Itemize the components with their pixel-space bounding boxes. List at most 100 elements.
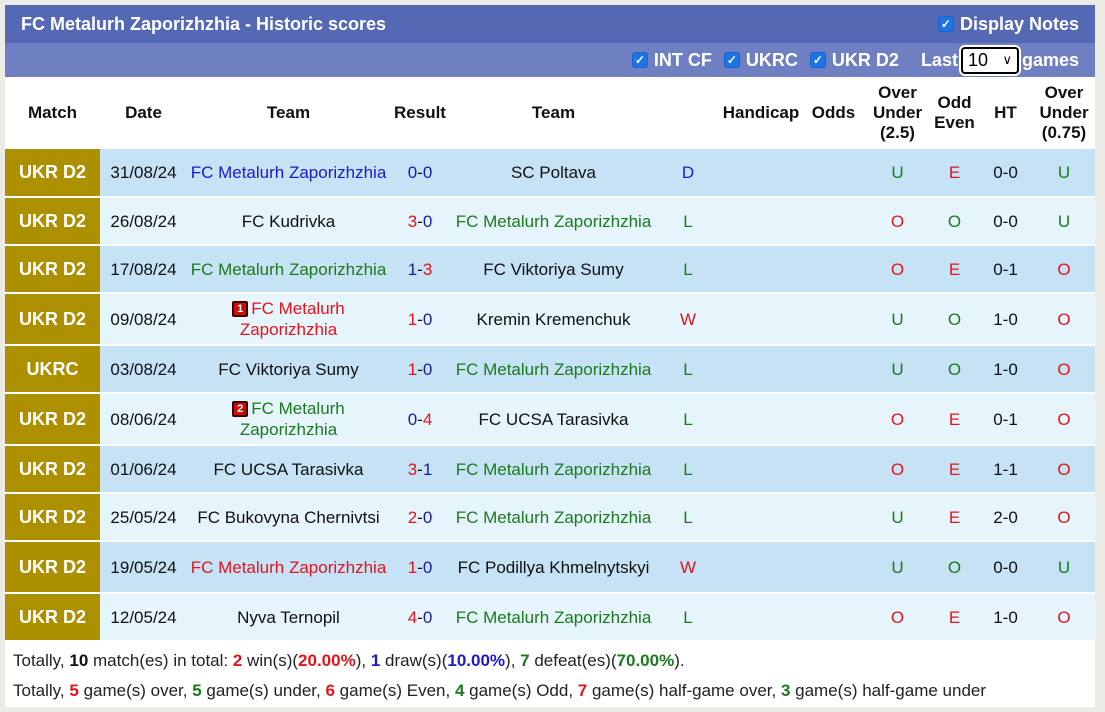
col-team-home: Team — [266, 103, 311, 122]
summary-stat: 2 — [232, 651, 243, 670]
half-time-score: 0-1 — [978, 245, 1033, 294]
result-cell[interactable]: 1-0 — [390, 293, 450, 346]
away-team-cell: FC Metalurh Zaporizhzhia — [450, 445, 657, 494]
filter-int-cf[interactable]: ✓ INT CF — [631, 50, 712, 71]
league-badge[interactable]: UKR D2 — [5, 445, 100, 494]
table-row[interactable]: UKR D2 26/08/24 FC Kudrivka 3-0 FC Metalurh … — [5, 197, 1095, 246]
home-team-link[interactable]: FC Bukovyna Chernivtsi — [197, 508, 379, 527]
score-away: 0 — [422, 607, 433, 627]
half-time-score: 1-0 — [978, 593, 1033, 642]
table-row[interactable]: UKR D2 09/08/24 1 FC Metalurh Zaporizhzhia 1… — [5, 293, 1095, 346]
away-team-link[interactable]: FC Metalurh Zaporizhzhia — [456, 212, 652, 231]
result-cell[interactable]: 1-0 — [390, 541, 450, 594]
handicap-value — [719, 293, 803, 346]
home-team-link[interactable]: FC Kudrivka — [242, 212, 336, 231]
handicap-value — [719, 493, 803, 542]
odd-even-value: E — [931, 393, 978, 446]
home-team-link[interactable]: Nyva Ternopil — [237, 608, 340, 627]
away-team-cell: FC Metalurh Zaporizhzhia — [450, 345, 657, 394]
over-under-075-value: O — [1033, 393, 1095, 446]
league-badge[interactable]: UKR D2 — [5, 197, 100, 246]
filter-ukr-d2-checkbox[interactable]: ✓ — [809, 52, 826, 68]
score-home: 0 — [407, 409, 418, 429]
historic-scores-panel: FC Metalurh Zaporizhzhia - Historic scor… — [5, 5, 1095, 707]
table-row[interactable]: UKR D2 31/08/24 FC Metalurh Zaporizhzhia 0-… — [5, 149, 1095, 198]
filter-ukr-d2[interactable]: ✓ UKR D2 — [809, 50, 899, 71]
page-title: FC Metalurh Zaporizhzhia - Historic scor… — [21, 13, 387, 34]
result-cell[interactable]: 1-0 — [390, 345, 450, 394]
away-team-link[interactable]: SC Poltava — [511, 163, 596, 182]
result-cell[interactable]: 0-0 — [390, 149, 450, 198]
away-team-link[interactable]: FC Metalurh Zaporizhzhia — [456, 608, 652, 627]
handicap-value — [719, 245, 803, 294]
home-team-link[interactable]: FC Metalurh Zaporizhzhia — [240, 399, 345, 439]
result-cell[interactable]: 2-0 — [390, 493, 450, 542]
display-notes-toggle[interactable]: ✓ Display Notes — [937, 14, 1079, 35]
league-badge[interactable]: UKR D2 — [5, 541, 100, 594]
table-row[interactable]: UKRC 03/08/24 FC Viktoriya Sumy 1-0 FC Metal… — [5, 345, 1095, 394]
ou-label-2: Under — [872, 103, 923, 122]
away-team-link[interactable]: FC Metalurh Zaporizhzhia — [456, 508, 652, 527]
home-team-link[interactable]: FC Metalurh Zaporizhzhia — [191, 260, 387, 279]
away-team-cell: FC Podillya Khmelnytskyi — [450, 541, 657, 594]
away-team-link[interactable]: Kremin Kremenchuk — [476, 310, 630, 329]
over-under-value: O — [864, 445, 931, 494]
result-cell[interactable]: 0-4 — [390, 393, 450, 446]
away-team-link[interactable]: FC UCSA Tarasivka — [479, 410, 629, 429]
scores-table: Match Date Team Result Team Handicap Odd… — [5, 77, 1095, 642]
table-row[interactable]: UKR D2 12/05/24 Nyva Ternopil 4-0 FC Metalur… — [5, 593, 1095, 642]
filter-ukrc[interactable]: ✓ UKRC — [723, 49, 798, 71]
home-team-link[interactable]: FC Metalurh Zaporizhzhia — [191, 558, 387, 577]
home-team-cell: FC Bukovyna Chernivtsi — [187, 493, 390, 542]
table-row[interactable]: UKR D2 08/06/24 2 FC Metalurh Zaporizhzhia 0… — [5, 393, 1095, 446]
league-badge[interactable]: UKR D2 — [5, 149, 100, 198]
table-row[interactable]: UKR D2 25/05/24 FC Bukovyna Chernivtsi 2-0 F… — [5, 493, 1095, 542]
filter-ukrc-label: UKRC — [745, 49, 798, 70]
handicap-value — [719, 393, 803, 446]
league-badge[interactable]: UKR D2 — [5, 493, 100, 542]
result-cell[interactable]: 4-0 — [390, 593, 450, 642]
col-match: Match — [27, 103, 78, 122]
display-notes-checkbox[interactable]: ✓ — [937, 16, 954, 32]
away-team-link[interactable]: FC Metalurh Zaporizhzhia — [456, 360, 652, 379]
score-home: 1 — [407, 259, 418, 279]
outcome-badge: L — [657, 593, 719, 642]
table-row[interactable]: UKR D2 19/05/24 FC Metalurh Zaporizhzhia 1-… — [5, 541, 1095, 594]
table-row[interactable]: UKR D2 01/06/24 FC UCSA Tarasivka 3-1 FC Met… — [5, 445, 1095, 494]
over-under-075-value: O — [1033, 445, 1095, 494]
over-under-075-value: O — [1033, 245, 1095, 294]
league-badge[interactable]: UKR D2 — [5, 293, 100, 346]
home-team-link[interactable]: FC UCSA Tarasivka — [214, 460, 364, 479]
half-time-score: 1-1 — [978, 445, 1033, 494]
score-away: 0 — [422, 557, 433, 577]
odds-value — [803, 293, 864, 346]
away-team-link[interactable]: FC Podillya Khmelnytskyi — [458, 558, 650, 577]
away-team-cell: FC Metalurh Zaporizhzhia — [450, 593, 657, 642]
result-cell[interactable]: 3-1 — [390, 445, 450, 494]
home-team-link[interactable]: FC Viktoriya Sumy — [218, 360, 358, 379]
over-under-value: U — [864, 149, 931, 198]
away-team-link[interactable]: FC Metalurh Zaporizhzhia — [456, 460, 652, 479]
half-time-score: 1-0 — [978, 345, 1033, 394]
home-team-link[interactable]: FC Metalurh Zaporizhzhia — [191, 163, 387, 182]
over-under-075-value: O — [1033, 293, 1095, 346]
league-badge[interactable]: UKR D2 — [5, 393, 100, 446]
league-badge[interactable]: UKR D2 — [5, 245, 100, 294]
league-badge[interactable]: UKR D2 — [5, 593, 100, 642]
games-count-select[interactable]: 10 ∨ — [960, 46, 1019, 74]
score-home: 4 — [407, 607, 418, 627]
filter-int-cf-checkbox[interactable]: ✓ — [631, 52, 648, 68]
col-over-under-2-5: Over Under (2.5) — [864, 77, 931, 149]
over-under-value: U — [864, 493, 931, 542]
home-team-link[interactable]: FC Metalurh Zaporizhzhia — [240, 299, 345, 339]
table-row[interactable]: UKR D2 17/08/24 FC Metalurh Zaporizhzhia 1-… — [5, 245, 1095, 294]
outcome-badge: L — [657, 493, 719, 542]
filter-ukrc-checkbox[interactable]: ✓ — [723, 52, 740, 68]
league-badge[interactable]: UKRC — [5, 345, 100, 394]
outcome-badge: D — [657, 149, 719, 198]
odds-value — [803, 393, 864, 446]
summary-text: ). — [674, 651, 685, 670]
away-team-link[interactable]: FC Viktoriya Sumy — [483, 260, 623, 279]
result-cell[interactable]: 1-3 — [390, 245, 450, 294]
result-cell[interactable]: 3-0 — [390, 197, 450, 246]
